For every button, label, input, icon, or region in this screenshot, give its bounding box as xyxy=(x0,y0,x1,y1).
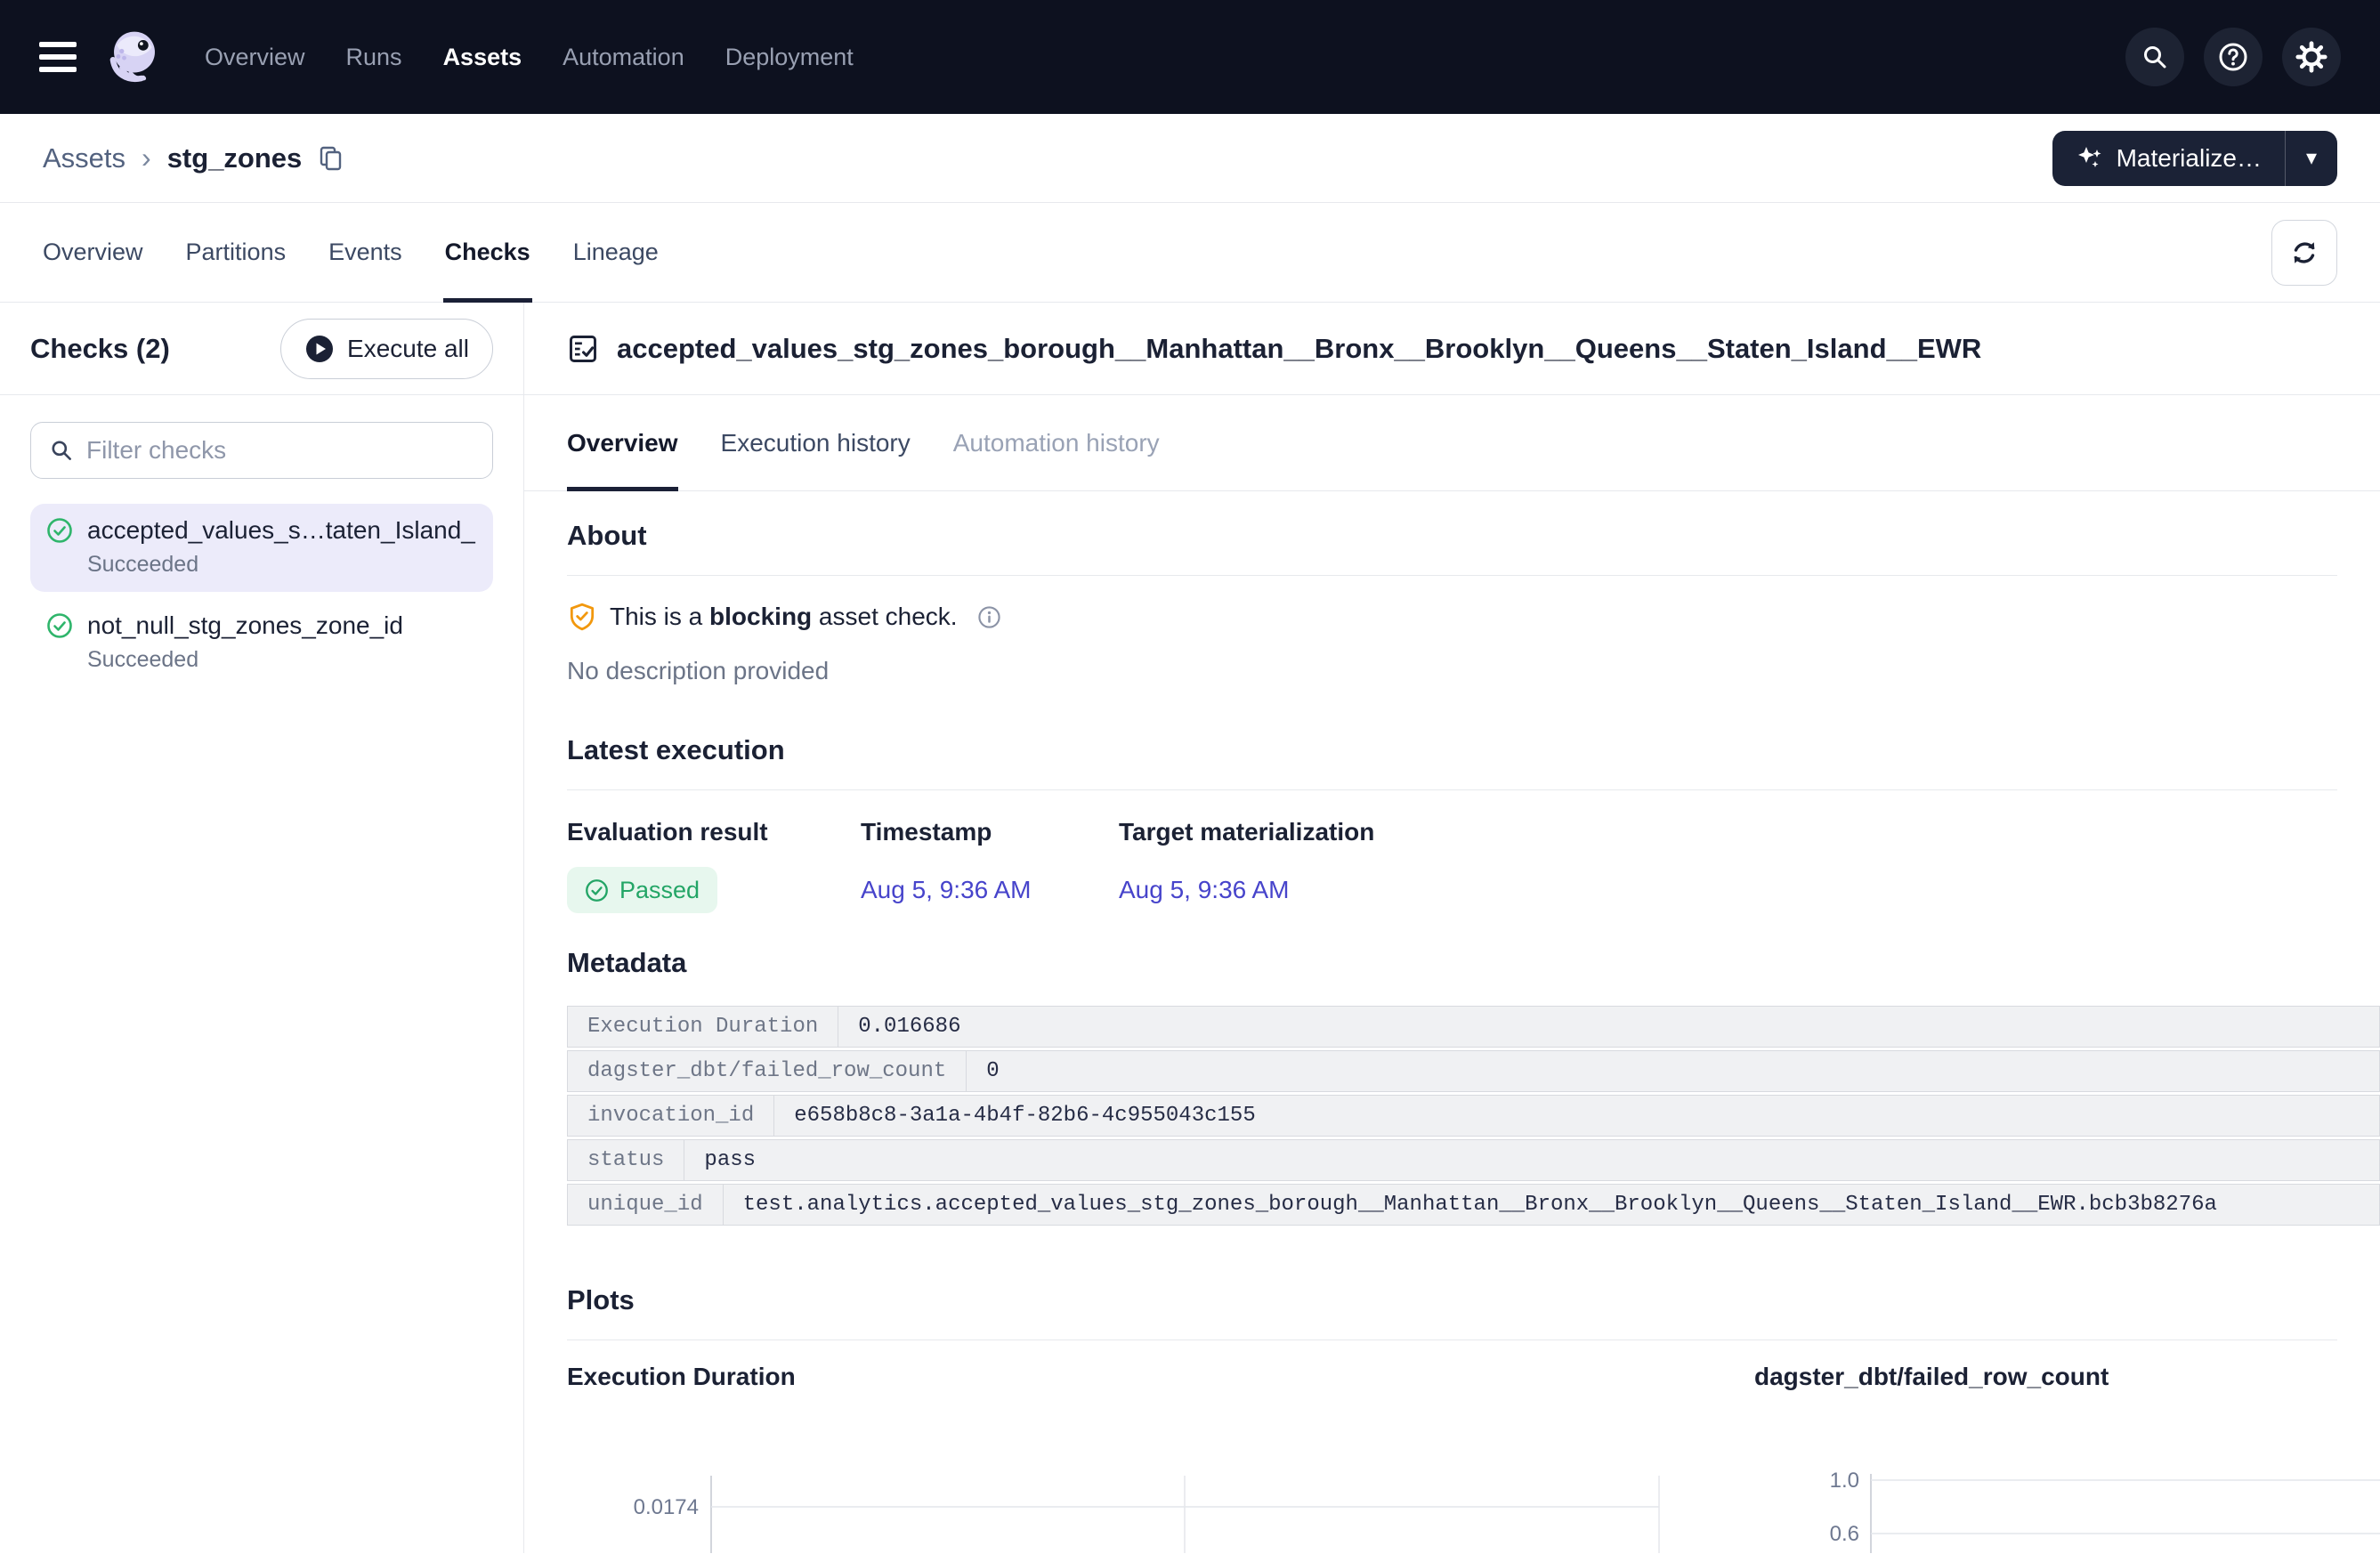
metadata-key: status xyxy=(568,1140,684,1180)
chart-title: Execution Duration xyxy=(567,1362,1754,1392)
metadata-table: Execution Duration 0.016686 dagster_dbt/… xyxy=(567,1006,2380,1226)
check-tabs: Overview Execution history Automation hi… xyxy=(524,395,2380,491)
target-materialization-link[interactable]: Aug 5, 9:36 AM xyxy=(1119,876,1289,903)
checks-sidebar: Checks (2) Execute all xyxy=(0,303,524,1553)
nav-overview[interactable]: Overview xyxy=(205,44,305,71)
nav-deployment[interactable]: Deployment xyxy=(725,44,854,71)
failed-row-count-plot: 1.0 0.6 xyxy=(1754,1469,2380,1553)
top-navigation: Overview Runs Assets Automation Deployme… xyxy=(0,0,2380,114)
play-circle-icon xyxy=(304,334,335,364)
check-list-item-accepted-values[interactable]: accepted_values_s…taten_Island_ Succeede… xyxy=(30,504,493,592)
check-status: Succeeded xyxy=(87,552,477,578)
latest-execution-heading: Latest execution xyxy=(567,734,2337,790)
tab-overview[interactable]: Overview xyxy=(43,203,143,302)
y-tick-label: 0.0174 xyxy=(634,1495,699,1519)
col-timestamp: Timestamp xyxy=(861,817,1119,847)
plots-heading: Plots xyxy=(567,1284,2337,1340)
chart-title: dagster_dbt/failed_row_count xyxy=(1754,1362,2380,1392)
table-row: unique_id test.analytics.accepted_values… xyxy=(567,1184,2380,1226)
check-list-item-not-null[interactable]: not_null_stg_zones_zone_id Succeeded xyxy=(30,599,493,687)
materialize-dropdown-button[interactable]: ▾ xyxy=(2286,131,2337,186)
table-row: status pass xyxy=(567,1139,2380,1181)
filter-checks-input[interactable] xyxy=(86,436,474,465)
y-tick-label: 0.6 xyxy=(1830,1522,1859,1546)
check-name: not_null_stg_zones_zone_id xyxy=(87,611,477,640)
materialize-button[interactable]: Materialize… xyxy=(2052,131,2285,186)
metadata-key: dagster_dbt/failed_row_count xyxy=(568,1051,967,1091)
y-tick-label: 1.0 xyxy=(1830,1469,1859,1493)
search-icon xyxy=(2141,43,2169,71)
check-success-icon xyxy=(585,878,609,902)
check-success-icon xyxy=(46,612,73,639)
tab-checks[interactable]: Checks xyxy=(445,203,530,302)
help-button[interactable] xyxy=(2204,28,2263,86)
check-success-icon xyxy=(46,517,73,544)
copy-asset-name-button[interactable] xyxy=(318,145,344,172)
breadcrumb-separator: › xyxy=(142,142,151,174)
chart-failed-row-count: dagster_dbt/failed_row_count 1.0 0.6 xyxy=(1754,1362,2380,1553)
search-icon xyxy=(49,438,74,463)
asset-tabs-row: Overview Partitions Events Checks Lineag… xyxy=(0,203,2380,303)
check-title: accepted_values_stg_zones_borough__Manha… xyxy=(617,333,1981,365)
tab-partitions[interactable]: Partitions xyxy=(186,203,287,302)
info-icon[interactable] xyxy=(977,605,1001,629)
metadata-value: test.analytics.accepted_values_stg_zones… xyxy=(724,1185,2379,1225)
breadcrumb-assets-link[interactable]: Assets xyxy=(43,142,125,174)
table-row: dagster_dbt/failed_row_count 0 xyxy=(567,1050,2380,1092)
timestamp-link[interactable]: Aug 5, 9:36 AM xyxy=(861,876,1031,903)
no-description-text: No description provided xyxy=(567,656,2337,686)
check-name: accepted_values_s…taten_Island_ xyxy=(87,516,477,545)
copy-icon xyxy=(318,145,344,172)
metadata-value: 0 xyxy=(967,1051,2379,1091)
check-tab-automation-history: Automation history xyxy=(953,395,1160,490)
chevron-down-icon: ▾ xyxy=(2306,145,2317,171)
check-status: Succeeded xyxy=(87,647,477,673)
metadata-value: 0.016686 xyxy=(838,1007,2379,1047)
col-evaluation-result: Evaluation result xyxy=(567,817,861,847)
metadata-value: e658b8c8-3a1a-4b4f-82b6-4c955043c155 xyxy=(774,1096,2379,1136)
materialize-split-button: Materialize… ▾ xyxy=(2052,131,2337,186)
check-detail-panel: accepted_values_stg_zones_borough__Manha… xyxy=(524,303,2380,1553)
nav-automation[interactable]: Automation xyxy=(563,44,684,71)
blocking-check-text: This is a blocking asset check. xyxy=(610,603,958,631)
main-nav: Overview Runs Assets Automation Deployme… xyxy=(205,44,854,71)
settings-button[interactable] xyxy=(2282,28,2341,86)
metadata-key: unique_id xyxy=(568,1185,724,1225)
metadata-heading: Metadata xyxy=(567,947,2337,979)
dagster-logo[interactable] xyxy=(103,26,166,88)
passed-badge: Passed xyxy=(567,867,717,913)
materialize-label: Materialize… xyxy=(2117,144,2262,173)
metadata-value: pass xyxy=(684,1140,2379,1180)
about-heading: About xyxy=(567,520,2337,576)
nav-assets[interactable]: Assets xyxy=(443,44,522,71)
nav-runs[interactable]: Runs xyxy=(346,44,402,71)
table-row: Execution Duration 0.016686 xyxy=(567,1006,2380,1048)
page-title: stg_zones xyxy=(167,142,303,174)
search-button[interactable] xyxy=(2125,28,2184,86)
col-target-materialization: Target materialization xyxy=(1119,817,1374,847)
hamburger-menu-icon[interactable] xyxy=(39,42,77,72)
execute-all-button[interactable]: Execute all xyxy=(280,319,493,379)
checks-count-heading: Checks (2) xyxy=(30,333,170,365)
tab-lineage[interactable]: Lineage xyxy=(573,203,659,302)
gear-icon xyxy=(2295,40,2328,74)
sparkle-icon xyxy=(2076,144,2104,173)
help-icon xyxy=(2217,41,2249,73)
shield-check-icon xyxy=(567,602,597,632)
table-row: invocation_id e658b8c8-3a1a-4b4f-82b6-4c… xyxy=(567,1095,2380,1137)
chart-execution-duration: Execution Duration 0.0174 xyxy=(567,1362,1754,1553)
metadata-key: invocation_id xyxy=(568,1096,774,1136)
filter-checks-box xyxy=(30,422,493,479)
check-tab-overview[interactable]: Overview xyxy=(567,395,678,490)
execution-duration-plot: 0.0174 xyxy=(567,1476,1754,1553)
tab-events[interactable]: Events xyxy=(328,203,402,302)
breadcrumb-row: Assets › stg_zones Materialize… ▾ xyxy=(0,114,2380,203)
metadata-key: Execution Duration xyxy=(568,1007,838,1047)
refresh-icon xyxy=(2289,238,2319,268)
check-tab-execution-history[interactable]: Execution history xyxy=(721,395,911,490)
refresh-button[interactable] xyxy=(2271,220,2337,286)
checklist-icon xyxy=(567,333,599,365)
